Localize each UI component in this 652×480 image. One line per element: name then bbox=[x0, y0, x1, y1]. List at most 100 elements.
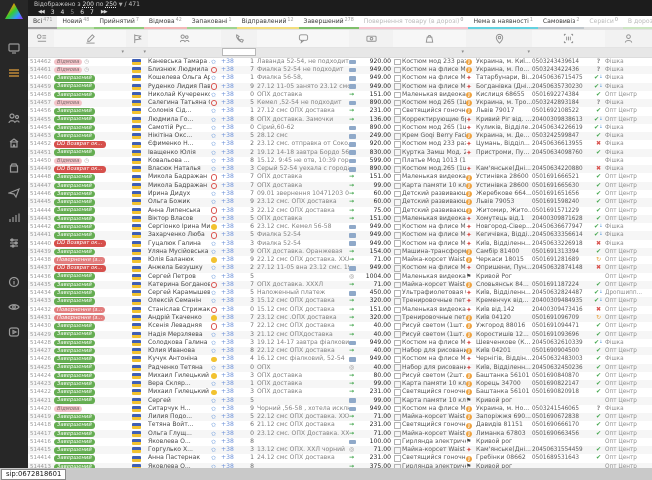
table-row[interactable]: 514433 Завершений◷ Олексій Семанін +38 3… bbox=[28, 297, 652, 305]
table-row[interactable]: 514422 Завершений◷ Михаил Гилецький +38 … bbox=[28, 388, 652, 396]
page-number[interactable]: 4 bbox=[61, 9, 65, 16]
page-size-caret-icon[interactable]: ▼ bbox=[119, 2, 123, 8]
range-to[interactable]: 250 bbox=[105, 1, 116, 8]
page-number[interactable]: 6 bbox=[80, 9, 84, 16]
address-filter-dropdown[interactable]: ▾ bbox=[527, 48, 532, 57]
table-row[interactable]: 514445 Завершений◷ Ольга Божик +38 9 23.… bbox=[28, 198, 652, 206]
status-tab[interactable]: Новий48 bbox=[57, 16, 94, 29]
table-row[interactable]: 514448 Завершений◷ Микола Бадражан +38 7… bbox=[28, 173, 652, 181]
table-row[interactable]: 514444 Завершений◷ Анна Липенська +38 3 … bbox=[28, 207, 652, 215]
table-row[interactable]: 514450 Відмова◷ Ковальова ... +38 8 15.1… bbox=[28, 157, 652, 165]
table-row[interactable]: 514434 Завершений◷ Сергей Карамышев +38 … bbox=[28, 289, 652, 297]
table-row[interactable]: 514462 Відмова◷ Каневська Тамара ... +38… bbox=[28, 58, 652, 66]
table-row[interactable]: 514459 Завершений◷ Руденко Лидия Пав... … bbox=[28, 83, 652, 91]
status-tab[interactable]: Всі471 bbox=[28, 16, 57, 29]
table-row[interactable]: 514446 Завершений◷ Ирина Дидух +38 7 09.… bbox=[28, 190, 652, 198]
status-tab[interactable]: В дорозі додому0 bbox=[623, 16, 652, 29]
status-tab[interactable]: Прийнятий7 bbox=[94, 16, 144, 29]
monitoring-eye-icon[interactable] bbox=[8, 300, 21, 313]
column-product-icon[interactable] bbox=[393, 30, 466, 47]
table-row[interactable]: 514430 Завершений◷ Ксенія Левадняя +38 7… bbox=[28, 322, 652, 330]
table-row[interactable]: 514427 Завершений◷ Юлия Иванова +38 8 22… bbox=[28, 347, 652, 355]
table-row[interactable]: 514439 Завершений◷ Уляна Мусійовська +38… bbox=[28, 248, 652, 256]
column-status-icon[interactable] bbox=[54, 30, 126, 47]
orders-list-icon[interactable] bbox=[8, 66, 21, 79]
table-row[interactable]: 514451 Завершений◷ Іващенко Юлія +38 2 1… bbox=[28, 149, 652, 157]
table-row[interactable]: 514419 Завершений◷ Лилия Подо... +38 5 2… bbox=[28, 413, 652, 421]
table-row[interactable]: 514426 Завершений◷ Кучук Антоніна +38 4 … bbox=[28, 355, 652, 363]
table-row[interactable]: 514421 Завершений◷ Сергей +38 5 99.00 Ка… bbox=[28, 397, 652, 405]
broadcast-icon[interactable] bbox=[8, 186, 21, 199]
table-row[interactable]: 514415 Завершений◷ Горгулько Х... +38 3 … bbox=[28, 446, 652, 454]
table-row[interactable]: 514461 Відмова◷ Близнюк Людмила ... +38 … bbox=[28, 66, 652, 74]
status-tab[interactable]: Сервіси0 bbox=[584, 16, 623, 29]
last-page-button[interactable]: ▶▶ bbox=[101, 9, 107, 16]
status-tab[interactable]: Нема в наявності1 bbox=[468, 16, 537, 29]
status-tab[interactable]: Завершений278 bbox=[299, 16, 359, 29]
table-row[interactable]: 514454 Завершений◷ Самотій Рус... +38 0 … bbox=[28, 124, 652, 132]
products-cart-icon[interactable] bbox=[8, 161, 21, 174]
phone-filter-input[interactable] bbox=[222, 48, 256, 56]
column-payment-icon[interactable] bbox=[349, 30, 393, 47]
table-row[interactable]: 514435 Завершений◷ Катерина Богданова +3… bbox=[28, 281, 652, 289]
table-row[interactable]: 514437 DD Возврат ок...◷ Анжела Безушку … bbox=[28, 264, 652, 272]
table-row[interactable]: 514429 Завершений◷ Надія Мерзляева +38 3… bbox=[28, 331, 652, 339]
status-tab[interactable]: Самовивіз2 bbox=[538, 16, 584, 29]
status-tab[interactable]: Повернення товару (в дорозі)0 bbox=[359, 16, 469, 29]
settings-sliders-icon[interactable] bbox=[8, 236, 21, 249]
table-row[interactable]: 514417 Завершений◷ Ольга Глущ... +38 0 2… bbox=[28, 430, 652, 438]
country-filter-dropdown[interactable]: ▾ bbox=[143, 48, 148, 57]
table-row[interactable]: 514441 Завершений◷ Захарченко Люба +38 5… bbox=[28, 231, 652, 239]
table-row[interactable]: 514414 Завершений◷ Анна Пастернак +38 1 … bbox=[28, 454, 652, 462]
table-row[interactable]: 514431 Повернення (з...◷ Андрій Ткаченко… bbox=[28, 314, 652, 322]
table-row[interactable]: 514432 Повернення (з...◷ Станіслав Стриж… bbox=[28, 306, 652, 314]
company-icon[interactable] bbox=[8, 136, 21, 149]
table-row[interactable]: 514458 Завершений◷ Николай Кучеренко +38… bbox=[28, 91, 652, 99]
table-row[interactable]: 514443 Завершений◷ Віктор Власов +38 5 О… bbox=[28, 215, 652, 223]
table-row[interactable]: 514418 Завершений◷ Тетяна Войт... +38 6 … bbox=[28, 421, 652, 429]
page-number[interactable]: 7 bbox=[90, 9, 94, 16]
column-comment-icon[interactable] bbox=[257, 30, 349, 47]
column-manager-icon[interactable] bbox=[605, 30, 652, 47]
status-tab[interactable]: Відправлений12 bbox=[237, 16, 299, 29]
table-row[interactable]: 514452 DD Возврат ок...◷ Єфименко Н... +… bbox=[28, 140, 652, 148]
stats-icon[interactable] bbox=[8, 211, 21, 224]
table-row[interactable]: 514453 Завершений◷ Нікітіна Окс... +38 5… bbox=[28, 132, 652, 140]
display-icon[interactable] bbox=[8, 41, 21, 54]
product-filter-dropdown[interactable]: ▾ bbox=[461, 48, 466, 57]
table-row[interactable]: 514457 Відмова◷ Салегина Татьяна С... +3… bbox=[28, 99, 652, 107]
product-name: Костюм на флисе Мод 1014 (1ш... bbox=[402, 355, 466, 363]
status-filter-dropdown[interactable]: ▾ bbox=[121, 48, 126, 57]
table-row[interactable]: 514420 Відмова◷ Ситарчук Н... +38 9 Чорн… bbox=[28, 405, 652, 413]
table-row[interactable]: 514428 Завершений◷ Солодкова Галина В...… bbox=[28, 339, 652, 347]
page-number[interactable]: 3 bbox=[51, 9, 55, 16]
table-row[interactable]: 514449 DD Возврат ок...◷ Власюк Наталья … bbox=[28, 165, 652, 173]
column-country-icon[interactable] bbox=[126, 30, 148, 47]
column-address-icon[interactable] bbox=[466, 30, 532, 47]
table-row[interactable]: 514447 Завершений◷ Микола Бадражан +38 7… bbox=[28, 182, 652, 190]
clients-icon[interactable] bbox=[8, 111, 21, 124]
info-icon[interactable] bbox=[8, 275, 21, 288]
calls-count: 7 bbox=[243, 190, 257, 198]
column-client-icon[interactable] bbox=[148, 30, 221, 47]
table-row[interactable]: 514442 Завершений◷ Сергіонко Ірина Ми...… bbox=[28, 223, 652, 231]
table-row[interactable]: 514436 Завершений◷ Сергей Петров +38 5 1… bbox=[28, 273, 652, 281]
video-help-icon[interactable] bbox=[8, 325, 21, 338]
table-row[interactable]: 514424 Завершений◷ Михаил Гилецький +38 … bbox=[28, 372, 652, 380]
column-tracking-icon[interactable] bbox=[532, 30, 605, 47]
column-id-sort-icon[interactable] bbox=[28, 30, 54, 47]
table-row[interactable]: 514416 Завершений◷ Яковлева О... +38 8 1… bbox=[28, 438, 652, 446]
table-row[interactable]: 514425 Завершений◷ Радченко Тетяна +38 0… bbox=[28, 364, 652, 372]
range-from[interactable]: 200 bbox=[83, 1, 94, 8]
table-row[interactable]: 514438 Повернення (з...◷ Юлія Баланюк +3… bbox=[28, 256, 652, 264]
table-row[interactable]: 514423 Завершений◷ Вера Скляр... +38 1 О… bbox=[28, 380, 652, 388]
table-row[interactable]: 514440 DD Возврат ок...◷ Гуцалюк Галина … bbox=[28, 240, 652, 248]
status-tab[interactable]: Відмова42 bbox=[144, 16, 187, 29]
status-tab[interactable]: Запаковані1 bbox=[187, 16, 237, 29]
first-page-button[interactable]: ◀◀ bbox=[38, 9, 44, 16]
table-row[interactable]: 514456 Завершений◷ Соломія Сід... +38 1 … bbox=[28, 107, 652, 115]
table-row[interactable]: 514455 Завершений◷ Людмила Го... +38 8 О… bbox=[28, 116, 652, 124]
table-row[interactable]: 514460 Завершений◷ Кошелева Ольга Ар... … bbox=[28, 74, 652, 82]
column-phone-icon[interactable] bbox=[221, 30, 257, 47]
page-number[interactable]: 5 bbox=[70, 9, 74, 16]
